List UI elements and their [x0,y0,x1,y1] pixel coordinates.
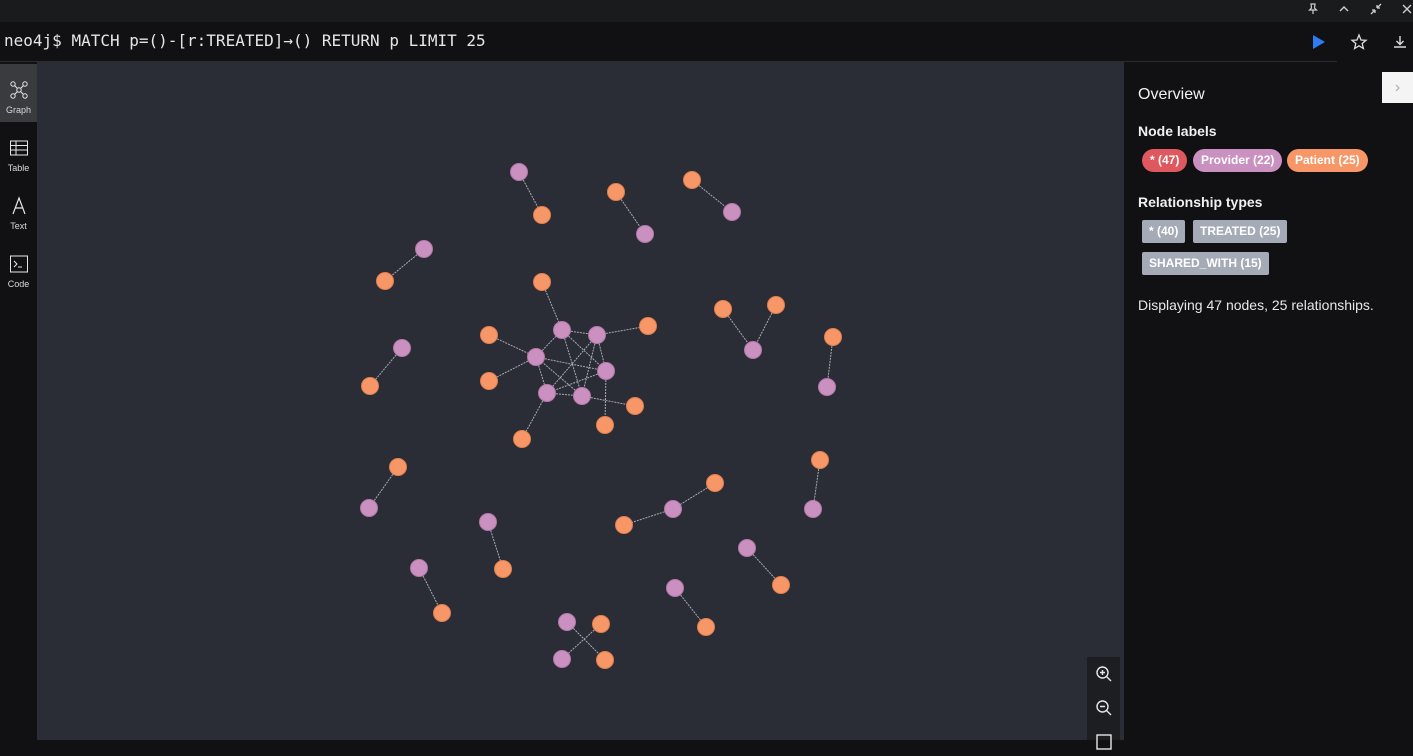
node-label-all[interactable]: * (47) [1142,149,1188,172]
provider-node[interactable] [558,613,576,631]
graph-icon [9,81,28,99]
relationship-type-shared-with[interactable]: SHARED_WITH (15) [1142,252,1269,275]
provider-node[interactable] [410,559,428,577]
provider-node[interactable] [597,362,615,380]
provider-node[interactable] [588,326,606,344]
provider-node[interactable] [393,339,411,357]
patient-node[interactable] [376,272,394,290]
pin-icon[interactable] [1305,3,1321,19]
patient-node[interactable] [639,317,657,335]
provider-node[interactable] [360,499,378,517]
patient-node[interactable] [615,516,633,534]
favorite-star-icon[interactable] [1350,33,1368,51]
query-text[interactable]: MATCH p=()-[r:TREATED]→() RETURN p LIMIT… [71,31,485,50]
provider-node[interactable] [664,500,682,518]
relationship-edge[interactable] [581,334,598,397]
patient-node[interactable] [592,615,610,633]
graph-nodes [360,163,842,669]
text-tab-label: Text [10,221,27,231]
provider-node[interactable] [723,203,741,221]
collapse-panel-button[interactable]: › [1382,72,1413,103]
relationship-type-all[interactable]: * (40) [1142,220,1186,243]
chevron-up-icon[interactable] [1336,3,1352,19]
code-icon [9,255,28,273]
patient-node[interactable] [513,430,531,448]
provider-node[interactable] [553,650,571,668]
shrink-icon[interactable] [1368,3,1384,19]
patient-node[interactable] [772,576,790,594]
patient-node[interactable] [433,604,451,622]
patient-node[interactable] [697,618,715,636]
patient-node[interactable] [596,651,614,669]
window-titlebar [0,0,1413,22]
provider-node[interactable] [738,539,756,557]
graph-view-tab[interactable]: Graph [0,64,37,122]
table-icon [9,140,28,156]
table-view-tab[interactable]: Table [0,122,37,180]
relationship-type-treated[interactable]: TREATED (25) [1193,220,1288,243]
text-icon [11,196,26,215]
provider-node[interactable] [415,240,433,258]
overview-title: Overview [1138,86,1205,103]
provider-node[interactable] [804,500,822,518]
patient-node[interactable] [607,183,625,201]
query-editor[interactable]: neo4j$ MATCH p=()-[r:TREATED]→() RETURN … [0,22,1337,62]
overview-panel: Overview › Node labels * (47) Provider (… [1124,72,1413,740]
patient-node[interactable] [596,416,614,434]
patient-node[interactable] [626,397,644,415]
code-view-tab[interactable]: Code [0,238,37,296]
chevron-right-icon: › [1394,79,1401,96]
zoom-in-icon[interactable] [1095,665,1113,683]
provider-node[interactable] [538,384,556,402]
text-view-tab[interactable]: Text [0,180,37,238]
provider-node[interactable] [818,378,836,396]
provider-node[interactable] [479,513,497,531]
provider-node[interactable] [573,387,591,405]
provider-node[interactable] [553,321,571,339]
graph-tab-label: Graph [5,105,31,115]
patient-node[interactable] [714,300,732,318]
patient-node[interactable] [706,474,724,492]
patient-node[interactable] [767,296,785,314]
prompt-label: neo4j$ [4,31,62,50]
view-sidebar: Graph Table Text Code [0,62,37,740]
patient-node[interactable] [824,328,842,346]
download-icon[interactable] [1391,33,1409,51]
query-prompt: neo4j$ MATCH p=()-[r:TREATED]→() RETURN … [4,31,486,50]
provider-node[interactable] [666,579,684,597]
node-labels-title: Node labels [1138,123,1217,139]
run-query-button[interactable] [1309,33,1327,51]
patient-node[interactable] [361,377,379,395]
patient-node[interactable] [480,326,498,344]
table-tab-label: Table [7,163,30,173]
patient-node[interactable] [683,171,701,189]
relationship-edges [368,171,834,661]
patient-node[interactable] [494,560,512,578]
fit-to-screen-icon[interactable] [1095,733,1113,751]
close-icon[interactable] [1399,3,1413,19]
patient-node[interactable] [533,273,551,291]
patient-node[interactable] [480,372,498,390]
patient-node[interactable] [389,458,407,476]
patient-node[interactable] [811,451,829,469]
relationship-types-title: Relationship types [1138,194,1263,210]
provider-node[interactable] [510,163,528,181]
graph-visualization[interactable] [37,62,1124,740]
zoom-out-icon[interactable] [1095,699,1113,717]
display-status: Displaying 47 nodes, 25 relationships. [1138,297,1374,313]
node-label-patient[interactable]: Patient (25) [1287,149,1368,172]
provider-node[interactable] [527,348,545,366]
provider-node[interactable] [636,225,654,243]
code-tab-label: Code [7,279,30,289]
provider-node[interactable] [744,341,762,359]
graph-canvas[interactable] [37,62,1124,740]
patient-node[interactable] [533,206,551,224]
zoom-controls [1087,657,1120,750]
node-label-provider[interactable]: Provider (22) [1193,149,1283,172]
